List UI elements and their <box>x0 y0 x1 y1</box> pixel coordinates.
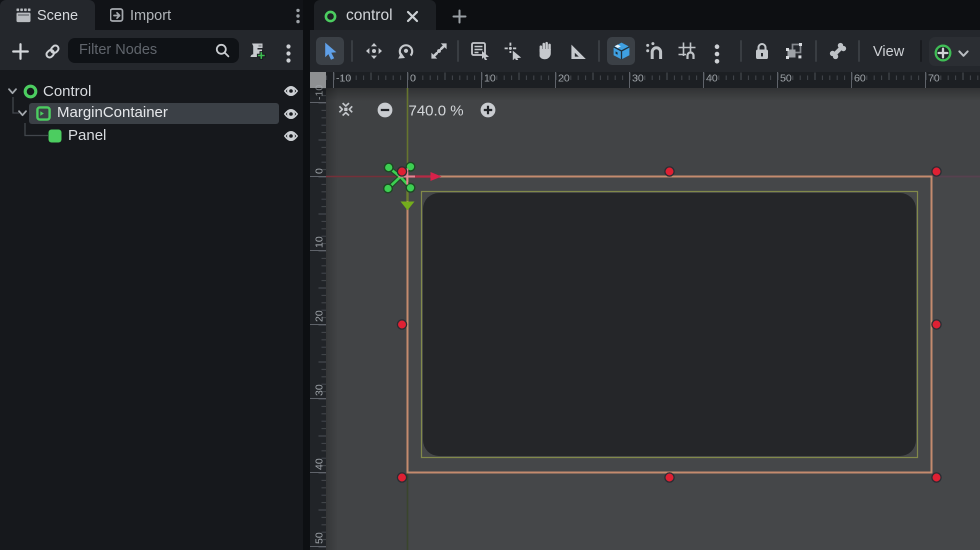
svg-text:740.0 %: 740.0 % <box>409 102 464 119</box>
svg-text:30: 30 <box>632 73 644 85</box>
svg-text:70: 70 <box>928 73 940 85</box>
svg-text:40: 40 <box>706 73 718 85</box>
svg-text:20: 20 <box>314 310 326 322</box>
svg-text:50: 50 <box>780 73 792 85</box>
svg-text:20: 20 <box>558 73 570 85</box>
svg-text:60: 60 <box>854 73 866 85</box>
svg-text:40: 40 <box>314 458 326 470</box>
svg-text:-10: -10 <box>336 73 351 85</box>
svg-text:10: 10 <box>314 236 326 248</box>
svg-text:30: 30 <box>314 384 326 396</box>
svg-text:0: 0 <box>314 168 326 174</box>
svg-text:0: 0 <box>410 73 416 85</box>
svg-text:10: 10 <box>484 73 496 85</box>
svg-text:50: 50 <box>314 532 326 544</box>
